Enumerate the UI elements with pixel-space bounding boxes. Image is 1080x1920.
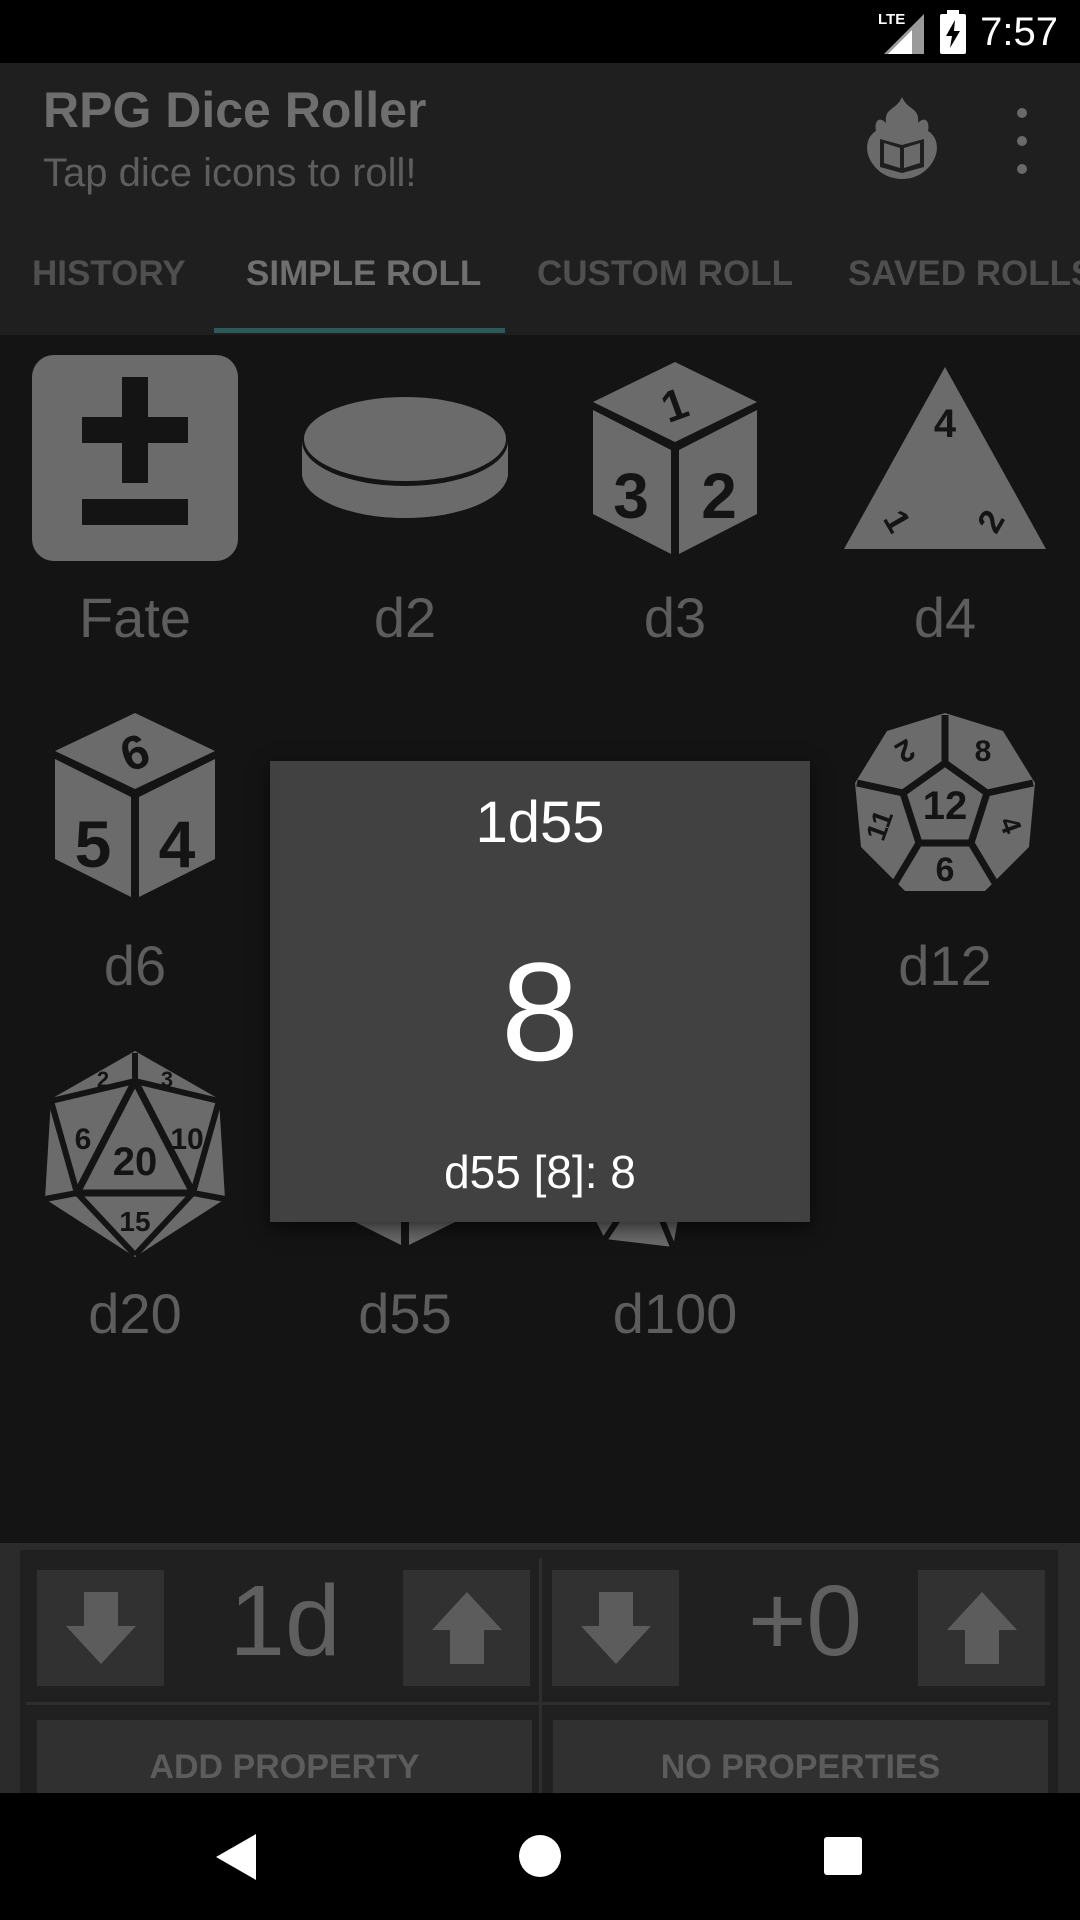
tab-simple-roll[interactable]: SIMPLE ROLL <box>246 213 481 335</box>
die-label: Fate <box>78 586 192 649</box>
battery-charging-icon <box>940 10 967 54</box>
app-title: RPG Dice Roller <box>43 82 427 138</box>
tab-indicator <box>214 328 505 333</box>
svg-text:4: 4 <box>934 402 957 446</box>
svg-text:5: 5 <box>75 807 112 881</box>
d20-icosahedron-icon: 20 15 6 10 2 3 <box>44 1050 226 1257</box>
roll-result-dialog[interactable]: 1d55 8 d55 [8]: 8 <box>270 761 810 1222</box>
die-d12[interactable]: 12 6 8 2 4 11 d12 <box>810 683 1080 1023</box>
svg-text:3: 3 <box>161 1067 173 1092</box>
flaming-book-logo-icon[interactable] <box>858 93 946 181</box>
svg-text:2: 2 <box>97 1067 109 1092</box>
navigation-bar <box>0 1793 1080 1920</box>
die-d20[interactable]: 20 15 6 10 2 3 d20 <box>0 1031 270 1371</box>
svg-text:3: 3 <box>613 460 649 532</box>
tab-saved-rolls[interactable]: SAVED ROLLS <box>848 213 1080 335</box>
home-icon[interactable] <box>519 1835 561 1877</box>
d12-dodecahedron-icon: 12 6 8 2 4 11 <box>855 712 1035 891</box>
modifier-value: +0 <box>747 1565 862 1677</box>
back-icon[interactable] <box>216 1834 256 1880</box>
lte-signal-icon: LTE <box>878 11 925 54</box>
tab-bar: HISTORY SIMPLE ROLL CUSTOM ROLL SAVED RO… <box>0 213 1080 335</box>
vertical-divider <box>539 1558 542 1830</box>
coin-icon <box>302 395 508 518</box>
status-time: 7:57 <box>980 9 1058 54</box>
die-label: d20 <box>88 1282 182 1345</box>
overflow-menu-icon[interactable] <box>1004 108 1040 174</box>
d3-cube-icon: 1 3 2 <box>593 361 757 554</box>
svg-text:12: 12 <box>923 784 968 828</box>
status-icons: LTE 7:57 <box>878 8 1058 56</box>
die-label: d55 <box>358 1282 452 1345</box>
svg-text:8: 8 <box>975 735 992 768</box>
arrow-down-icon <box>580 1592 651 1664</box>
svg-text:LTE: LTE <box>878 11 905 28</box>
status-bar: LTE 7:57 <box>0 0 1080 63</box>
increase-count-button[interactable] <box>403 1570 530 1686</box>
arrow-up-icon <box>946 1592 1017 1664</box>
tab-history[interactable]: HISTORY <box>32 213 186 335</box>
app-screen: RPG Dice Roller Tap dice icons to roll! … <box>0 63 1080 1835</box>
arrow-up-icon <box>431 1592 502 1664</box>
decrease-count-button[interactable] <box>37 1570 164 1686</box>
die-label: d4 <box>913 586 977 649</box>
die-label: d100 <box>612 1282 738 1345</box>
horizontal-divider <box>26 1702 1050 1705</box>
roll-result-value: 8 <box>501 933 579 1090</box>
dialog-title: 1d55 <box>475 790 605 855</box>
die-d2[interactable]: d2 <box>270 335 540 675</box>
d6-cube-icon: 6 5 4 <box>55 712 215 897</box>
svg-text:10: 10 <box>170 1123 203 1156</box>
arrow-down-icon <box>65 1592 136 1664</box>
svg-text:2: 2 <box>701 460 737 532</box>
die-label: d12 <box>898 934 992 997</box>
roll-detail: d55 [8]: 8 <box>444 1146 636 1198</box>
die-label: d6 <box>103 934 167 997</box>
app-subtitle: Tap dice icons to roll! <box>43 151 417 195</box>
svg-text:6: 6 <box>936 851 955 889</box>
die-label: d2 <box>373 586 437 649</box>
die-fate[interactable]: Fate <box>0 335 270 675</box>
dice-count-value: 1d <box>229 1565 341 1677</box>
svg-text:6: 6 <box>75 1123 92 1156</box>
die-d4[interactable]: 4 1 2 d4 <box>810 335 1080 675</box>
increase-modifier-button[interactable] <box>918 1570 1045 1686</box>
die-d3[interactable]: 1 3 2 d3 <box>540 335 810 675</box>
svg-text:20: 20 <box>113 1140 158 1184</box>
app-bar: RPG Dice Roller Tap dice icons to roll! <box>0 63 1080 213</box>
die-label: d3 <box>643 586 707 649</box>
svg-text:15: 15 <box>119 1206 150 1237</box>
tab-custom-roll[interactable]: CUSTOM ROLL <box>537 213 793 335</box>
recents-icon[interactable] <box>824 1837 862 1875</box>
die-d6[interactable]: 6 5 4 d6 <box>0 683 270 1023</box>
d4-tetrahedron-icon: 4 1 2 <box>844 366 1046 549</box>
plus-minus-icon <box>32 354 238 561</box>
svg-text:4: 4 <box>159 807 196 881</box>
decrease-modifier-button[interactable] <box>552 1570 679 1686</box>
